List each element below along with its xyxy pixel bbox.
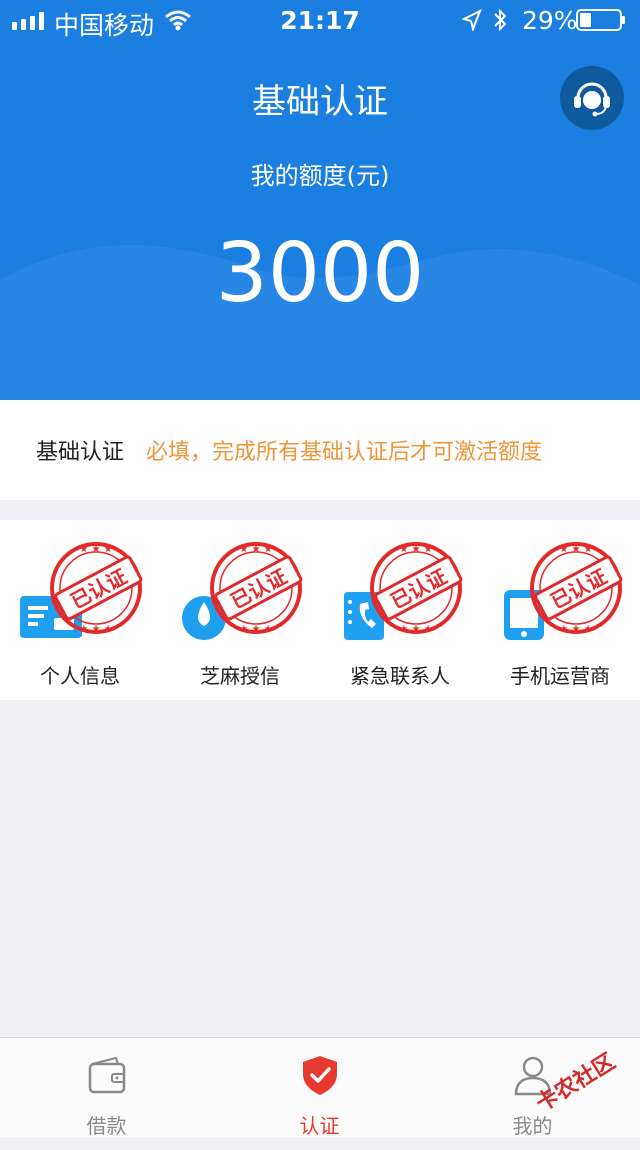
- svg-text:★ ★ ★: ★ ★ ★: [399, 624, 432, 635]
- svg-text:★ ★ ★: ★ ★ ★: [559, 544, 592, 555]
- page-title: 基础认证: [252, 82, 388, 122]
- shield-check-icon: [303, 1056, 337, 1095]
- wallet-icon: [88, 1056, 126, 1094]
- svg-text:★ ★ ★: ★ ★ ★: [399, 544, 432, 555]
- svg-text:★ ★ ★: ★ ★ ★: [79, 624, 112, 635]
- notice-title: 基础认证: [36, 440, 125, 465]
- customer-service-icon: [574, 82, 610, 117]
- header-wave-background: [0, 245, 640, 400]
- battery-icon: [576, 9, 625, 31]
- status-bar: 中国移动 21:17 29%: [0, 0, 640, 40]
- customer-service-button[interactable]: [560, 66, 624, 130]
- auth-item-emergency-contact[interactable]: ★ ★ ★ ★ ★ ★ 已认证 紧急联系人: [320, 520, 480, 700]
- bluetooth-icon: [494, 8, 507, 32]
- auth-item-mobile-carrier[interactable]: ★ ★ ★ ★ ★ ★ 已认证 手机运营商: [480, 520, 640, 700]
- svg-text:★ ★ ★: ★ ★ ★: [239, 624, 272, 635]
- certified-stamp: ★ ★ ★ ★ ★ ★ 已认证: [370, 542, 463, 635]
- location-arrow-icon: [462, 9, 482, 31]
- certified-stamp: ★ ★ ★ ★ ★ ★ 已认证: [50, 542, 143, 635]
- svg-text:★ ★ ★: ★ ★ ★: [239, 544, 272, 555]
- auth-item-label: 个人信息: [40, 664, 120, 688]
- auth-item-label: 紧急联系人: [350, 664, 450, 688]
- battery-percentage: 29%: [522, 6, 578, 35]
- auth-item-label: 手机运营商: [510, 664, 610, 688]
- tab-label: 认证: [299, 1114, 340, 1138]
- svg-text:★ ★ ★: ★ ★ ★: [559, 624, 592, 635]
- tab-label: 借款: [86, 1114, 127, 1138]
- basic-auth-notice: 基础认证 必填，完成所有基础认证后才可激活额度: [0, 400, 640, 500]
- auth-item-sesame-credit[interactable]: ★ ★ ★ ★ ★ ★ 已认证 芝麻授信: [160, 520, 320, 700]
- notice-text: 必填，完成所有基础认证后才可激活额度: [146, 440, 543, 465]
- quota-label: 我的额度(元): [250, 162, 390, 190]
- quota-amount: 3000: [215, 226, 425, 321]
- certified-stamp: ★ ★ ★ ★ ★ ★ 已认证: [530, 542, 623, 635]
- tab-loan[interactable]: 借款: [0, 1038, 213, 1138]
- tab-certification[interactable]: 认证: [213, 1038, 426, 1138]
- auth-items: ★ ★ ★ ★ ★ ★ 已认证 个人信息 ★ ★ ★ ★ ★ ★ 已认证 芝麻授…: [0, 520, 640, 700]
- svg-text:★ ★ ★: ★ ★ ★: [79, 544, 112, 555]
- certified-stamp: ★ ★ ★ ★ ★ ★ 已认证: [210, 542, 303, 635]
- auth-item-personal-info[interactable]: ★ ★ ★ ★ ★ ★ 已认证 个人信息: [0, 520, 160, 700]
- header: 中国移动 21:17 29% 基础认证 我的额度(元) 3000: [0, 0, 640, 400]
- auth-item-label: 芝麻授信: [200, 664, 280, 688]
